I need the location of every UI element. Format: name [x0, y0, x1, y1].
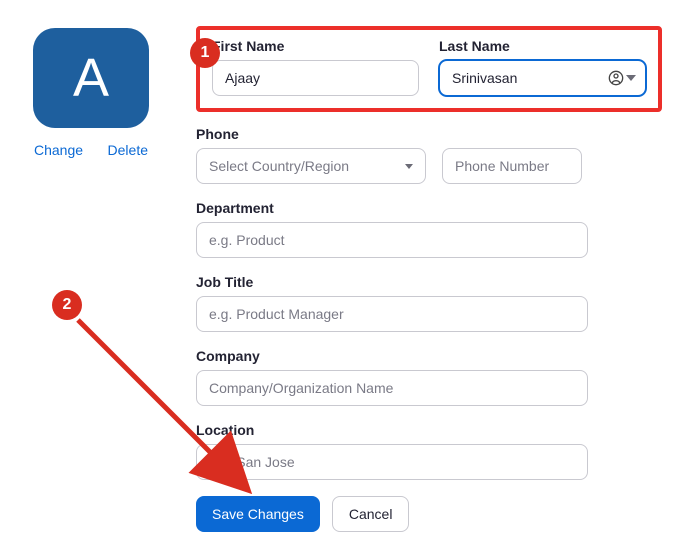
chevron-down-icon	[626, 75, 636, 81]
avatar-letter: A	[73, 47, 109, 109]
country-select-placeholder: Select Country/Region	[209, 158, 349, 174]
profile-form: First Name Last Name	[196, 20, 662, 532]
department-input[interactable]	[196, 222, 588, 258]
company-label: Company	[196, 348, 662, 364]
country-select[interactable]: Select Country/Region	[196, 148, 426, 184]
job-title-label: Job Title	[196, 274, 662, 290]
chevron-down-icon	[405, 164, 413, 169]
avatar-section: A Change Delete	[26, 20, 156, 532]
avatar-delete-link[interactable]: Delete	[108, 142, 148, 158]
save-changes-button[interactable]: Save Changes	[196, 496, 320, 532]
first-name-input[interactable]	[212, 60, 419, 96]
avatar-change-link[interactable]: Change	[34, 142, 83, 158]
phone-label: Phone	[196, 126, 662, 142]
job-title-input[interactable]	[196, 296, 588, 332]
avatar[interactable]: A	[33, 28, 149, 128]
company-input[interactable]	[196, 370, 588, 406]
first-name-label: First Name	[212, 38, 419, 54]
annotation-badge-2: 2	[52, 290, 82, 320]
name-fields-highlight: First Name Last Name	[196, 26, 662, 112]
contact-icon[interactable]	[608, 70, 636, 86]
location-label: Location	[196, 422, 662, 438]
department-label: Department	[196, 200, 662, 216]
location-input[interactable]	[196, 444, 588, 480]
last-name-label: Last Name	[439, 38, 646, 54]
phone-number-input[interactable]	[442, 148, 582, 184]
annotation-badge-1: 1	[190, 38, 220, 68]
cancel-button[interactable]: Cancel	[332, 496, 410, 532]
